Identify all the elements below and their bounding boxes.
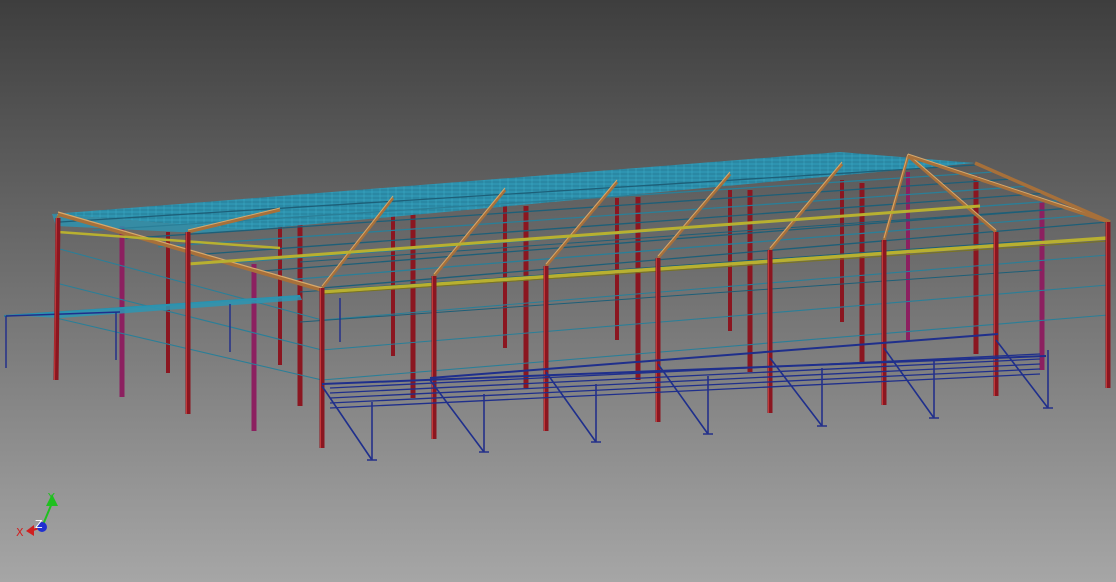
axis-z-label: Z bbox=[35, 518, 43, 531]
axis-x-label: X bbox=[16, 526, 24, 539]
axis-y-label: Y bbox=[47, 491, 55, 504]
3d-model-viewport[interactable]: X Y Z bbox=[0, 0, 1116, 582]
structure-scene[interactable]: X Y Z bbox=[0, 0, 1116, 582]
